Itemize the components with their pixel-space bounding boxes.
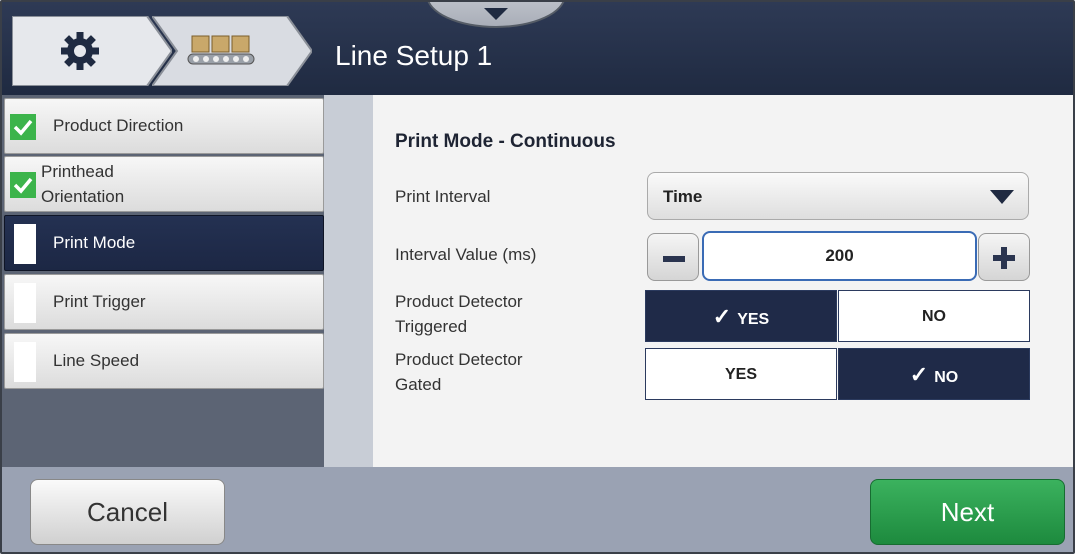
wizard-nav: Product Direction Printhead Orientation … [2, 95, 353, 467]
cancel-button[interactable]: Cancel [30, 479, 225, 545]
detector-triggered-label-line1: Product Detector [395, 292, 523, 311]
increment-button[interactable] [978, 233, 1030, 281]
conveyor-icon [187, 35, 255, 65]
status-indicator [14, 283, 36, 323]
check-icon [10, 114, 36, 140]
next-button[interactable]: Next [870, 479, 1065, 545]
nav-item-printhead-orientation[interactable]: Printhead Orientation [4, 156, 324, 212]
gated-yes-button[interactable]: YES [645, 348, 837, 400]
checkmark-icon: ✓ [909, 362, 929, 387]
footer-bar: Cancel Next [2, 467, 1073, 552]
check-icon [10, 172, 36, 198]
nav-item-label: Print Mode [53, 233, 136, 252]
top-menu-tab[interactable] [426, 2, 566, 28]
nav-item-label: Line Speed [53, 351, 140, 370]
detector-gated-label-line1: Product Detector [395, 350, 523, 369]
caret-down-icon [990, 190, 1014, 204]
page-title: Line Setup 1 [335, 40, 493, 71]
nav-item-line-speed[interactable]: Line Speed [4, 333, 324, 389]
detector-triggered-label-line2: Triggered [395, 317, 468, 336]
interval-value-label: Interval Value (ms) [395, 245, 537, 264]
breadcrumb-line-setup[interactable] [152, 16, 312, 86]
status-indicator [14, 342, 36, 382]
nav-item-product-direction[interactable]: Product Direction [4, 98, 324, 154]
dropdown-value: Time [663, 187, 703, 206]
panel-title: Print Mode - Continuous [395, 131, 616, 152]
breadcrumb-settings[interactable] [12, 16, 172, 86]
detector-gated-label-line2: Gated [395, 375, 442, 394]
nav-item-print-mode[interactable]: Print Mode [4, 215, 324, 271]
chevron-down-icon [484, 8, 508, 20]
minus-icon [663, 256, 685, 262]
nav-item-print-trigger[interactable]: Print Trigger [4, 274, 324, 330]
triggered-no-button[interactable]: NO [838, 290, 1030, 342]
triggered-yes-button[interactable]: ✓ YES [645, 290, 837, 342]
app-window: Line Setup 1 Product Direction Printhead… [0, 0, 1075, 554]
checkmark-icon: ✓ [712, 304, 732, 329]
nav-item-label: Print Trigger [53, 292, 146, 311]
nav-item-label-line2: Orientation [41, 187, 125, 206]
gear-icon [61, 32, 99, 70]
status-indicator [14, 224, 36, 264]
settings-panel: Print Mode - Continuous Print Interval T… [373, 95, 1073, 469]
nav-item-label: Product Direction [53, 116, 184, 135]
print-interval-label: Print Interval [395, 187, 491, 206]
nav-item-label-line1: Printhead [41, 162, 114, 181]
divider [324, 95, 373, 467]
print-interval-dropdown[interactable]: Time [647, 172, 1029, 220]
gated-no-button[interactable]: ✓ NO [838, 348, 1030, 400]
decrement-button[interactable] [647, 233, 699, 281]
interval-value-input[interactable]: 200 [702, 231, 977, 281]
